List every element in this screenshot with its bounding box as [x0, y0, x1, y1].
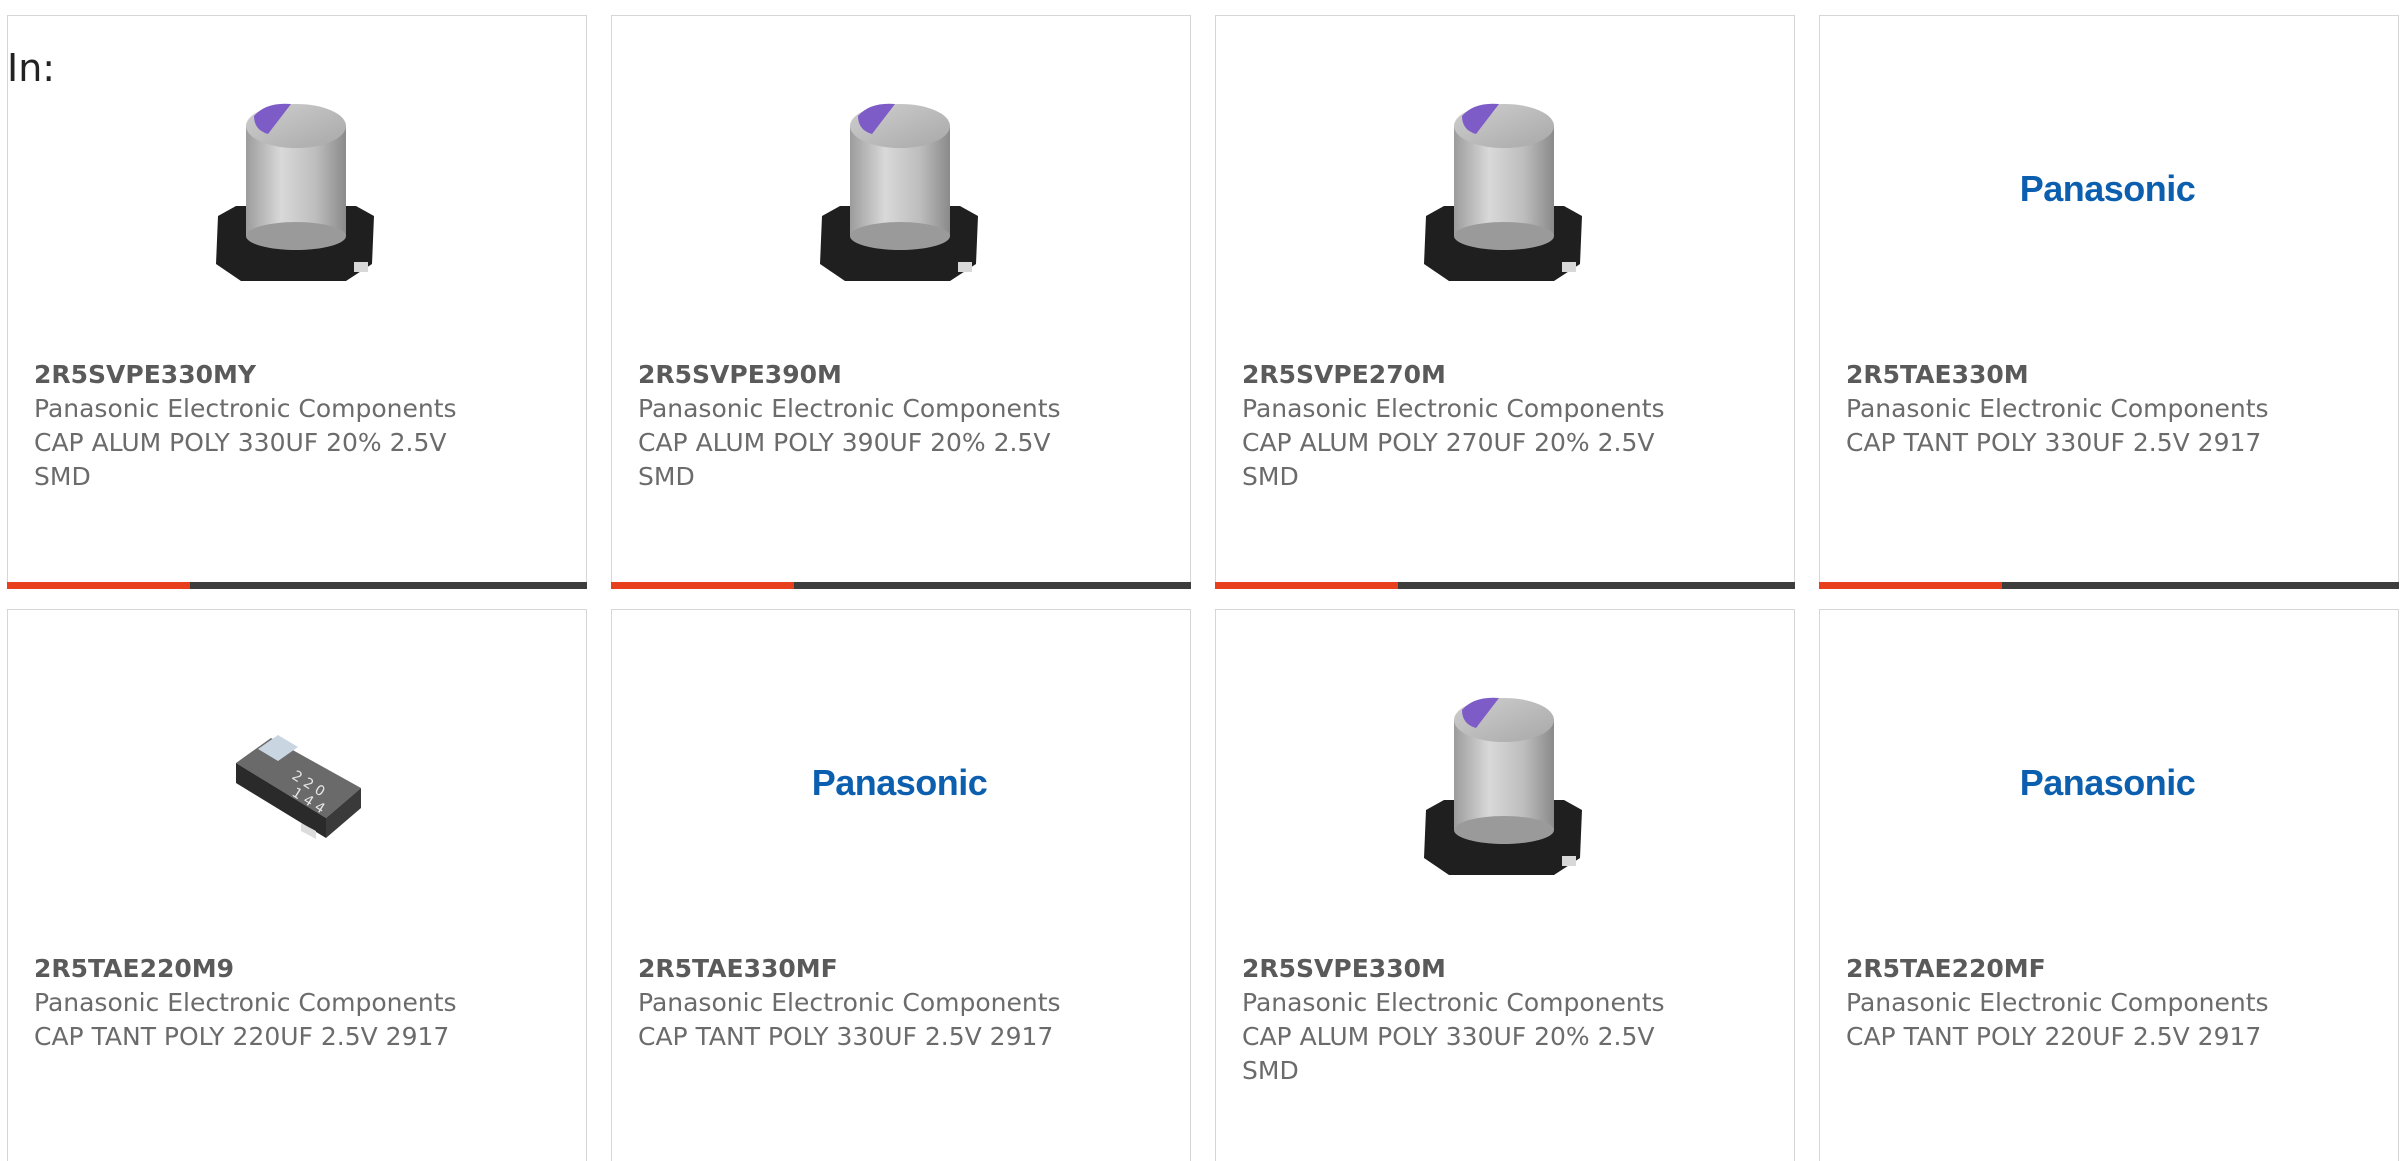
product-description: CAP TANT POLY 220UF 2.5V 2917 — [1846, 1022, 2262, 1051]
card-accent-highlight — [7, 582, 190, 589]
product-description: CAP ALUM POLY 330UF 20% 2.5V SMD — [1242, 1022, 1655, 1085]
aluminum-polymer-capacitor-image — [1423, 103, 1582, 281]
panasonic-logo: Panasonic — [811, 761, 988, 803]
part-number-link[interactable]: 2R5SVPE330MY — [34, 358, 554, 392]
product-card[interactable]: 2R5SVPE330MY Panasonic Electronic Compone… — [7, 15, 587, 589]
aluminum-polymer-capacitor-image — [819, 103, 978, 281]
product-card[interactable]: 2R5SVPE330M Panasonic Electronic Componen… — [1215, 609, 1795, 1161]
part-number-link[interactable]: 2R5SVPE270M — [1242, 358, 1762, 392]
product-info: 2R5SVPE330M Panasonic Electronic Componen… — [1242, 952, 1762, 1088]
card-accent-bar — [611, 582, 1191, 589]
product-card[interactable]: Panasonic 2R5TAE330M Panasonic Electronic … — [1819, 15, 2399, 589]
part-number-link[interactable]: 2R5TAE220M9 — [34, 952, 554, 986]
product-thumbnail[interactable]: Panasonic — [2005, 86, 2210, 291]
product-info: 2R5TAE220M9 Panasonic Electronic Componen… — [34, 952, 554, 1054]
manufacturer-name: Panasonic Electronic Components — [34, 988, 457, 1017]
product-thumbnail[interactable] — [1401, 86, 1606, 291]
part-number-link[interactable]: 2R5SVPE390M — [638, 358, 1158, 392]
product-info: 2R5SVPE270M Panasonic Electronic Componen… — [1242, 358, 1762, 494]
product-info: 2R5SVPE390M Panasonic Electronic Componen… — [638, 358, 1158, 494]
filter-label: In: — [7, 46, 56, 90]
product-thumbnail[interactable]: 2 2 0 1 4 4 — [193, 680, 398, 885]
part-number-link[interactable]: 2R5TAE220MF — [1846, 952, 2366, 986]
manufacturer-name: Panasonic Electronic Components — [34, 394, 457, 423]
product-card[interactable]: 2R5SVPE270M Panasonic Electronic Componen… — [1215, 15, 1795, 589]
product-thumbnail[interactable]: Panasonic — [797, 680, 1002, 885]
part-number-link[interactable]: 2R5TAE330M — [1846, 358, 2366, 392]
part-number-link[interactable]: 2R5TAE330MF — [638, 952, 1158, 986]
panasonic-logo: Panasonic — [2019, 167, 2196, 209]
manufacturer-name: Panasonic Electronic Components — [638, 394, 1061, 423]
product-thumbnail[interactable]: Panasonic — [2005, 680, 2210, 885]
product-results-page: In: 2R5SVPE330MY Panasonic Electronic Com — [0, 0, 2400, 1161]
product-description: CAP TANT POLY 220UF 2.5V 2917 — [34, 1022, 450, 1051]
product-info: 2R5SVPE330MY Panasonic Electronic Compone… — [34, 358, 554, 494]
manufacturer-name: Panasonic Electronic Components — [1846, 394, 2269, 423]
card-accent-bar — [7, 582, 587, 589]
manufacturer-name: Panasonic Electronic Components — [1242, 394, 1665, 423]
card-accent-highlight — [611, 582, 794, 589]
product-grid: 2R5SVPE330MY Panasonic Electronic Compone… — [7, 15, 2399, 1161]
product-thumbnail[interactable] — [797, 86, 1002, 291]
product-thumbnail[interactable] — [1401, 680, 1606, 885]
manufacturer-name: Panasonic Electronic Components — [1242, 988, 1665, 1017]
product-info: 2R5TAE330MF Panasonic Electronic Componen… — [638, 952, 1158, 1054]
manufacturer-name: Panasonic Electronic Components — [638, 988, 1061, 1017]
product-card[interactable]: 2 2 0 1 4 4 2R5TAE220M9 Panasonic Electro… — [7, 609, 587, 1161]
product-description: CAP ALUM POLY 330UF 20% 2.5V SMD — [34, 428, 447, 491]
card-accent-highlight — [1819, 582, 2002, 589]
product-card[interactable]: 2R5SVPE390M Panasonic Electronic Componen… — [611, 15, 1191, 589]
card-accent-bar — [1215, 582, 1795, 589]
aluminum-polymer-capacitor-image — [1423, 697, 1582, 875]
product-card[interactable]: Panasonic 2R5TAE220MF Panasonic Electronic… — [1819, 609, 2399, 1161]
aluminum-polymer-capacitor-image — [215, 103, 374, 281]
product-info: 2R5TAE220MF Panasonic Electronic Componen… — [1846, 952, 2366, 1054]
product-description: CAP ALUM POLY 390UF 20% 2.5V SMD — [638, 428, 1051, 491]
tantalum-capacitor-image: 2 2 0 1 4 4 — [235, 734, 361, 839]
product-description: CAP ALUM POLY 270UF 20% 2.5V SMD — [1242, 428, 1655, 491]
product-info: 2R5TAE330M Panasonic Electronic Component… — [1846, 358, 2366, 460]
product-description: CAP TANT POLY 330UF 2.5V 2917 — [1846, 428, 2262, 457]
card-accent-bar — [1819, 582, 2399, 589]
manufacturer-name: Panasonic Electronic Components — [1846, 988, 2269, 1017]
card-accent-highlight — [1215, 582, 1398, 589]
panasonic-logo: Panasonic — [2019, 761, 2196, 803]
product-card[interactable]: Panasonic 2R5TAE330MF Panasonic Electronic… — [611, 609, 1191, 1161]
part-number-link[interactable]: 2R5SVPE330M — [1242, 952, 1762, 986]
product-thumbnail[interactable] — [193, 86, 398, 291]
product-description: CAP TANT POLY 330UF 2.5V 2917 — [638, 1022, 1054, 1051]
